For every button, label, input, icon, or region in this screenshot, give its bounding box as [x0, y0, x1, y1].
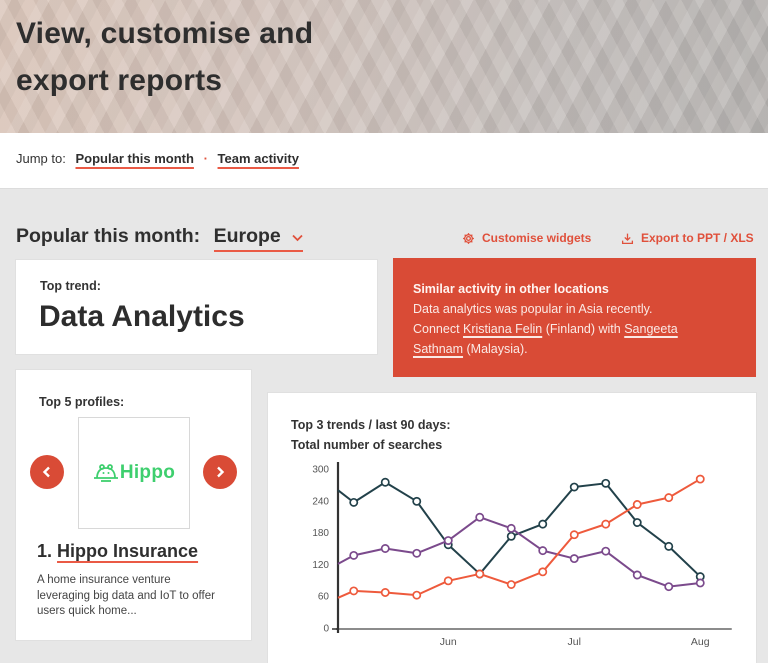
series-1-point [569, 482, 579, 492]
series-line-3 [337, 478, 701, 599]
profile-rank: 1. [37, 541, 53, 561]
profile-logo[interactable]: Hippo [78, 417, 190, 529]
jump-label: Jump to: [16, 151, 66, 166]
series-1-point [632, 518, 642, 527]
series-1-point [349, 497, 359, 507]
similar-activity-text: Similar activity in other locations Data… [413, 279, 718, 359]
chevron-left-icon [42, 466, 50, 478]
y-tick-label: 180 [312, 528, 329, 539]
series-2-point [349, 550, 359, 560]
chevron-right-icon [217, 466, 225, 478]
connect-prefix: Connect [413, 322, 464, 336]
series-1-point [380, 477, 390, 487]
jump-separator: · [203, 151, 208, 166]
top-trend-value: Data Analytics [39, 300, 245, 333]
x-tick-label: Jun [440, 636, 457, 648]
region-dropdown[interactable]: Europe [213, 225, 304, 253]
connect-suffix: (Malaysia). [463, 342, 528, 356]
series-3-point [349, 586, 359, 596]
series-3-point [506, 580, 516, 589]
series-2-point [695, 578, 705, 588]
series-1-point [538, 519, 548, 529]
series-3-point [569, 530, 579, 540]
series-1-point [664, 541, 674, 551]
section-heading: Popular this month: Europe [16, 225, 304, 253]
gear-icon [463, 232, 474, 244]
series-1-point [601, 478, 611, 488]
page-title-line-1: View, customise and [16, 17, 314, 50]
series-line-2 [337, 516, 701, 588]
y-tick-label: 120 [312, 560, 329, 571]
profile-title: 1. Hippo Insurance [37, 541, 198, 562]
trends-chart-card: Top 3 trends / last 90 days: Total numbe… [268, 393, 756, 663]
y-tick-label: 240 [312, 496, 329, 507]
prev-profile-button[interactable] [30, 455, 64, 489]
series-2-point [569, 554, 579, 564]
section-title: Popular this month: [16, 225, 201, 247]
export-label: Export to PPT / XLS [641, 231, 754, 245]
series-1-point [412, 496, 422, 506]
series-2-point [601, 546, 611, 556]
series-3-point [412, 590, 422, 600]
next-profile-button[interactable] [203, 455, 237, 489]
chevron-down-icon [292, 225, 303, 248]
series-3-point [695, 474, 705, 484]
jump-link-popular[interactable]: Popular this month [75, 151, 193, 166]
series-1-point [506, 531, 516, 541]
export-button[interactable]: Export to PPT / XLS [621, 231, 754, 245]
series-2-point [632, 570, 642, 580]
page-title: View, customise and export reports [16, 10, 313, 104]
similar-activity-card: Similar activity in other locations Data… [393, 258, 756, 377]
customise-widgets-label: Customise widgets [482, 231, 592, 245]
page-title-line-2: export reports [16, 64, 223, 97]
series-3-point [380, 588, 390, 597]
x-tick-label: Jul [568, 636, 581, 648]
connect-middle: (Finland) with [542, 322, 625, 336]
y-tick-label: 0 [323, 624, 329, 635]
profile-description: A home insurance venture leveraging big … [37, 574, 215, 617]
top-trend-card: Top trend: Data Analytics [16, 260, 377, 354]
series-3-point [601, 519, 611, 529]
y-tick-label: 60 [318, 592, 330, 603]
trends-line-chart: 0 60 120 180 240 300 Jun Jul Aug [312, 462, 732, 648]
page-hero: View, customise and export reports [0, 0, 768, 133]
series-2-point [412, 548, 422, 558]
top-trend-label: Top trend: [40, 279, 101, 293]
series-3-point [664, 493, 674, 503]
top-profiles-card: Top 5 profiles: Hippo 1. Hippo Insurance… [16, 370, 251, 640]
profile-name-link[interactable]: Hippo Insurance [57, 541, 198, 561]
y-tick-label: 300 [312, 465, 329, 476]
customise-widgets-button[interactable]: Customise widgets [462, 231, 591, 245]
series-3-point [443, 576, 453, 586]
download-icon [621, 233, 634, 244]
series-2-point [380, 544, 390, 553]
series-3-point [475, 569, 485, 579]
series-3-point [632, 500, 642, 509]
jump-link-team-activity[interactable]: Team activity [218, 151, 299, 166]
similar-activity-line: Data analytics was popular in Asia recen… [413, 302, 653, 316]
profile-logo-text: Hippo [119, 462, 176, 483]
region-value: Europe [213, 225, 281, 247]
series-2-point [506, 523, 516, 533]
series-2-point [538, 546, 548, 556]
series-2-point [443, 536, 453, 545]
series-2-point [664, 582, 674, 592]
person-link-kristiana[interactable]: Kristiana Felin [463, 322, 542, 336]
series-3-point [538, 567, 548, 577]
x-tick-label: Aug [691, 636, 710, 648]
series-line-1 [337, 481, 701, 578]
similar-activity-title: Similar activity in other locations [413, 282, 609, 296]
jump-nav: Jump to: Popular this month · Team activ… [16, 151, 299, 166]
series-2-point [475, 512, 485, 522]
hippo-logo-icon [93, 464, 118, 482]
top-profiles-label: Top 5 profiles: [39, 395, 125, 409]
